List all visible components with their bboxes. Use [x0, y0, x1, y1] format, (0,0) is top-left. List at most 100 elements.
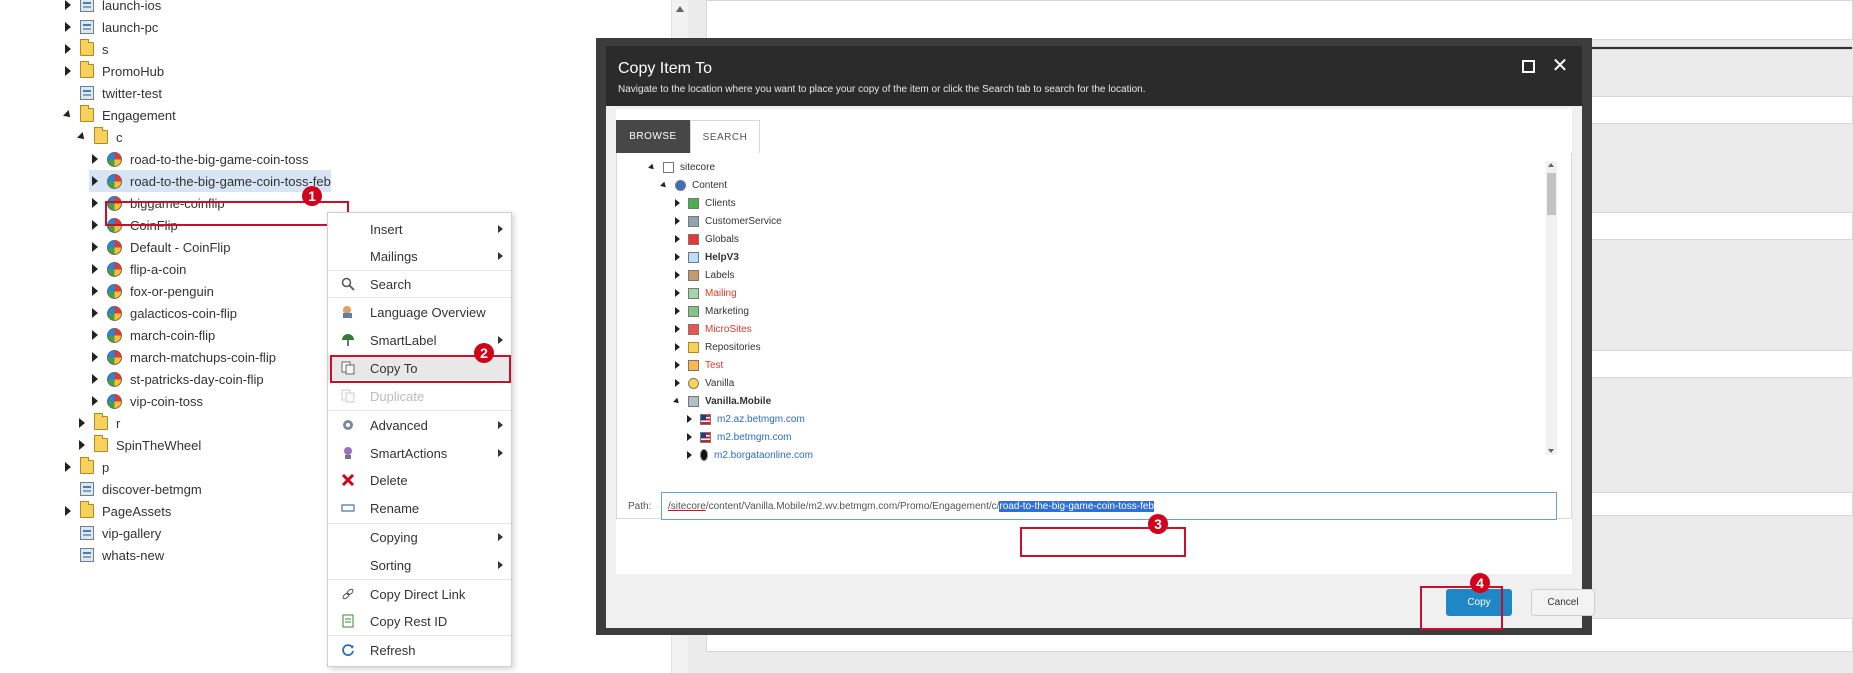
tree-item[interactable]: p [62, 456, 109, 478]
collapse-arrow-icon[interactable] [659, 180, 669, 190]
dialog-tree-item[interactable]: Globals [672, 230, 739, 248]
expand-arrow-icon[interactable] [672, 288, 682, 298]
tab-search[interactable]: SEARCH [690, 120, 760, 153]
tree-item[interactable]: march-matchups-coin-flip [89, 346, 276, 368]
tree-item[interactable]: road-to-the-big-game-coin-toss [89, 148, 308, 170]
menu-item-copy-direct-link[interactable]: Copy Direct Link [328, 582, 511, 606]
editor-field[interactable] [706, 0, 1853, 40]
scroll-down-icon[interactable] [1548, 449, 1554, 453]
tree-item[interactable]: discover-betmgm [80, 478, 202, 500]
tree-item[interactable]: fox-or-penguin [89, 280, 214, 302]
dialog-tree-item[interactable]: Test [672, 356, 723, 374]
expand-arrow-icon[interactable] [672, 360, 682, 370]
dialog-tree-item[interactable]: Labels [672, 266, 734, 284]
menu-item-sorting[interactable]: Sorting [328, 553, 511, 577]
tree-item[interactable]: vip-gallery [80, 522, 161, 544]
expand-arrow-icon[interactable] [89, 197, 101, 209]
menu-item-search[interactable]: Search [328, 272, 511, 296]
tree-item[interactable]: whats-new [80, 544, 164, 566]
scroll-thumb[interactable] [1547, 173, 1556, 215]
expand-arrow-icon[interactable] [672, 378, 682, 388]
dialog-tree-item[interactable]: m2.az.betmgm.com [684, 410, 805, 428]
tree-item[interactable]: galacticos-coin-flip [89, 302, 237, 324]
tree-item[interactable]: r [76, 412, 120, 434]
dialog-tree-item[interactable]: sitecore [647, 158, 715, 176]
expand-arrow-icon[interactable] [672, 270, 682, 280]
expand-arrow-icon[interactable] [76, 417, 88, 429]
expand-arrow-icon[interactable] [62, 43, 74, 55]
scroll-up-icon[interactable] [676, 6, 684, 12]
tree-item[interactable]: Default - CoinFlip [89, 236, 230, 258]
dialog-tree-item[interactable]: MicroSites [672, 320, 752, 338]
expand-arrow-icon[interactable] [89, 351, 101, 363]
collapse-arrow-icon[interactable] [647, 162, 657, 172]
expand-arrow-icon[interactable] [89, 329, 101, 341]
menu-item-advanced[interactable]: Advanced [328, 413, 511, 437]
expand-arrow-icon[interactable] [672, 198, 682, 208]
dialog-tree-item[interactable]: CustomerService [672, 212, 782, 230]
dialog-tree-item[interactable]: Vanilla.Mobile [672, 392, 771, 410]
expand-arrow-icon[interactable] [89, 175, 101, 187]
dialog-tree-item[interactable]: Clients [672, 194, 736, 212]
tree-item[interactable]: SpinTheWheel [76, 434, 201, 456]
expand-arrow-icon[interactable] [89, 153, 101, 165]
menu-item-delete[interactable]: Delete [328, 468, 511, 492]
expand-arrow-icon[interactable] [89, 263, 101, 275]
tree-item[interactable]: vip-coin-toss [89, 390, 203, 412]
menu-item-copying[interactable]: Copying [328, 525, 511, 549]
expand-arrow-icon[interactable] [62, 505, 74, 517]
menu-item-insert[interactable]: Insert [328, 217, 511, 241]
expand-arrow-icon[interactable] [89, 307, 101, 319]
dialog-tree-item[interactable]: HelpV3 [672, 248, 739, 266]
expand-arrow-icon[interactable] [89, 373, 101, 385]
dialog-tree-item[interactable]: Vanilla [672, 374, 734, 392]
scroll-up-icon[interactable] [1548, 163, 1554, 167]
expand-arrow-icon[interactable] [684, 432, 694, 442]
tree-item[interactable]: c [76, 126, 123, 148]
expand-arrow-icon[interactable] [672, 342, 682, 352]
expand-arrow-icon[interactable] [672, 324, 682, 334]
expand-arrow-icon[interactable] [62, 461, 74, 473]
tree-item[interactable]: s [62, 38, 109, 60]
tree-item[interactable]: march-coin-flip [89, 324, 215, 346]
maximize-icon[interactable] [1522, 60, 1535, 73]
expand-arrow-icon[interactable] [62, 65, 74, 77]
expand-arrow-icon[interactable] [672, 234, 682, 244]
tab-browse[interactable]: BROWSE [616, 120, 690, 153]
dialog-tree-item[interactable]: m2.betmgm.com [684, 428, 791, 446]
tree-item[interactable]: launch-ios [62, 0, 161, 16]
expand-arrow-icon[interactable] [672, 252, 682, 262]
expand-arrow-icon[interactable] [89, 219, 101, 231]
collapse-arrow-icon[interactable] [672, 396, 682, 406]
expand-arrow-icon[interactable] [89, 395, 101, 407]
expand-arrow-icon[interactable] [89, 285, 101, 297]
expand-arrow-icon[interactable] [62, 21, 74, 33]
expand-arrow-icon[interactable] [672, 306, 682, 316]
tree-item-selected[interactable]: road-to-the-big-game-coin-toss-feb [89, 170, 331, 192]
tree-item[interactable]: st-patricks-day-coin-flip [89, 368, 264, 390]
tree-item[interactable]: twitter-test [80, 82, 162, 104]
tree-item[interactable]: flip-a-coin [89, 258, 186, 280]
tree-item[interactable]: PromoHub [62, 60, 164, 82]
path-input[interactable]: /sitecore /content/Vanilla.Mobile/m2.wv.… [661, 492, 1557, 520]
expand-arrow-icon[interactable] [684, 450, 694, 460]
collapse-arrow-icon[interactable] [76, 131, 88, 143]
expand-arrow-icon[interactable] [62, 0, 74, 11]
collapse-arrow-icon[interactable] [62, 109, 74, 121]
menu-item-duplicate[interactable]: Duplicate [328, 384, 511, 408]
menu-item-refresh[interactable]: Refresh [328, 638, 511, 662]
dialog-tree-item[interactable]: Mailing [672, 284, 737, 302]
menu-item-mailings[interactable]: Mailings [328, 244, 511, 268]
dialog-tree-item[interactable]: m2.borgataonline.com [684, 446, 813, 464]
tree-item[interactable]: PageAssets [62, 500, 171, 522]
tree-item[interactable]: launch-pc [62, 16, 158, 38]
expand-arrow-icon[interactable] [76, 439, 88, 451]
dialog-tree-item[interactable]: Repositories [672, 338, 761, 356]
cancel-button[interactable]: Cancel [1531, 589, 1595, 616]
menu-item-copy-rest-id[interactable]: Copy Rest ID [328, 609, 511, 633]
expand-arrow-icon[interactable] [89, 241, 101, 253]
menu-item-rename[interactable]: Rename [328, 496, 511, 520]
dialog-tree-scrollbar[interactable] [1546, 161, 1557, 455]
tree-item[interactable]: Engagement [62, 104, 176, 126]
dialog-tree-item[interactable]: Content [659, 176, 727, 194]
